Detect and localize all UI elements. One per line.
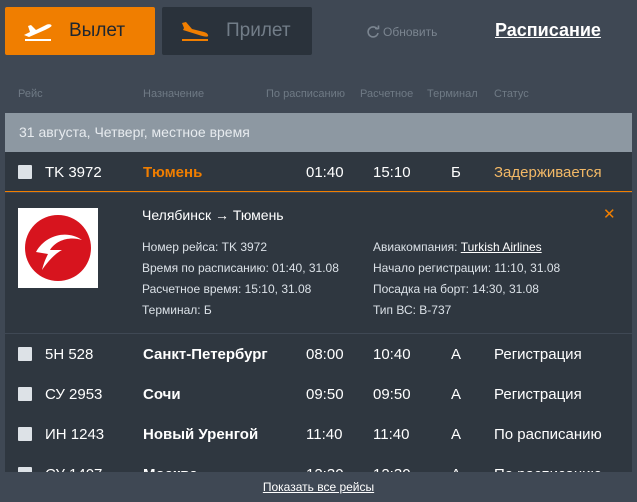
airline-logo-icon xyxy=(18,387,32,401)
scheduled-time: 01:40 xyxy=(306,164,344,181)
estimated-time: 15:10 xyxy=(373,164,411,181)
detail-aircraft: Тип ВС: B-737 xyxy=(373,303,452,317)
route-title: Челябинск → Тюмень xyxy=(142,207,284,223)
flight-number: ИН 1243 xyxy=(45,426,105,443)
refresh-icon xyxy=(367,25,380,38)
tab-arrivals[interactable]: Прилет xyxy=(162,7,312,55)
detail-airline: Авиакомпания: Turkish Airlines xyxy=(373,240,542,254)
scheduled-time: 09:50 xyxy=(306,386,344,403)
terminal: А xyxy=(451,426,462,443)
flight-row[interactable]: 5Н 528 Санкт-Петербург 08:00 10:40 А Рег… xyxy=(5,334,632,374)
detail-boarding: Посадка на борт: 14:30, 31.08 xyxy=(373,282,539,296)
airline-link[interactable]: Turkish Airlines xyxy=(461,240,542,254)
flight-row[interactable]: ИН 1243 Новый Уренгой 11:40 11:40 А По р… xyxy=(5,414,632,454)
detail-flight-number: Номер рейса: TK 3972 xyxy=(142,240,268,254)
airline-logo-icon xyxy=(18,165,32,179)
scheduled-time: 11:40 xyxy=(306,426,343,443)
terminal: А xyxy=(451,346,462,363)
refresh-button[interactable]: Обновить xyxy=(366,25,437,39)
detail-checkin: Начало регистрации: 11:10, 31.08 xyxy=(373,261,561,275)
col-terminal: Терминал xyxy=(427,88,478,100)
status: Регистрация xyxy=(494,346,582,363)
destination: Тюмень xyxy=(143,164,203,181)
col-destination: Назначение xyxy=(143,88,205,100)
schedule-link[interactable]: Расписание xyxy=(495,20,601,41)
status: Регистрация xyxy=(494,386,582,403)
col-status: Статус xyxy=(494,88,529,100)
flight-number: TK 3972 xyxy=(45,164,102,181)
scheduled-time: 08:00 xyxy=(306,346,344,363)
close-icon[interactable]: ✕ xyxy=(603,205,616,223)
plane-takeoff-icon xyxy=(24,24,52,41)
detail-estimated: Расчетное время: 15:10, 31.08 xyxy=(142,282,312,296)
destination: Новый Уренгой xyxy=(143,426,259,443)
col-flight: Рейс xyxy=(18,88,43,100)
destination: Санкт-Петербург xyxy=(143,346,268,363)
detail-airline-label: Авиакомпания: xyxy=(373,240,458,254)
status: По расписанию xyxy=(494,426,602,443)
col-scheduled: По расписанию xyxy=(266,88,346,100)
flight-detail-panel: Челябинск → Тюмень ✕ Номер рейса: TK 397… xyxy=(5,193,632,333)
plane-landing-icon xyxy=(182,22,209,41)
flight-row[interactable]: СУ 2953 Сочи 09:50 09:50 А Регистрация xyxy=(5,374,632,414)
flight-number: 5Н 528 xyxy=(45,346,94,363)
flight-number: СУ 2953 xyxy=(45,386,103,403)
terminal: А xyxy=(451,386,462,403)
destination: Сочи xyxy=(143,386,181,403)
terminal: Б xyxy=(451,164,461,181)
top-bar: Вылет Прилет Обновить Расписание xyxy=(0,0,637,62)
date-band: 31 августа, Четверг, местное время xyxy=(5,113,632,152)
airline-logo-icon xyxy=(18,427,32,441)
tab-departures-label: Вылет xyxy=(69,20,126,41)
refresh-label: Обновить xyxy=(383,25,438,39)
footer: Показать все рейсы xyxy=(0,472,637,502)
airline-logo xyxy=(18,208,98,288)
estimated-time: 09:50 xyxy=(373,386,411,403)
detail-scheduled: Время по расписанию: 01:40, 31.08 xyxy=(142,261,339,275)
show-all-flights-link[interactable]: Показать все рейсы xyxy=(263,480,374,494)
estimated-time: 11:40 xyxy=(373,426,410,443)
status: Задерживается xyxy=(494,164,602,181)
flight-row-active[interactable]: TK 3972 Тюмень 01:40 15:10 Б Задерживает… xyxy=(5,152,632,192)
col-estimated: Расчетное xyxy=(360,88,414,100)
detail-terminal: Терминал: Б xyxy=(142,303,212,317)
estimated-time: 10:40 xyxy=(373,346,411,363)
tab-departures[interactable]: Вылет xyxy=(5,7,155,55)
tab-arrivals-label: Прилет xyxy=(226,20,291,41)
airline-logo-icon xyxy=(18,347,32,361)
